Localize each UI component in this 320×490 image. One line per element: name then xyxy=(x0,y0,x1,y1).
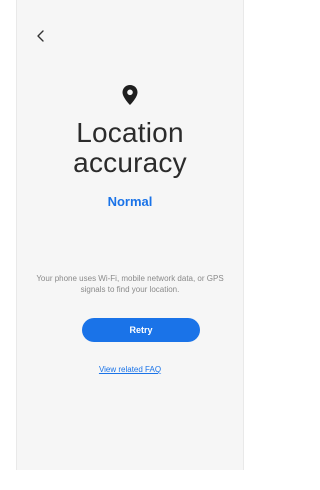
retry-button[interactable]: Retry xyxy=(82,318,200,342)
location-accuracy-screen: Location accuracy Normal Your phone uses… xyxy=(16,0,244,470)
description-text: Your phone uses Wi-Fi, mobile network da… xyxy=(36,274,224,294)
location-pin-icon xyxy=(122,85,138,105)
view-faq-link[interactable]: View related FAQ xyxy=(17,365,243,374)
accuracy-value: Normal xyxy=(107,194,153,209)
page-title: Location accuracy xyxy=(73,117,187,178)
back-button[interactable] xyxy=(31,26,51,46)
chevron-left-icon xyxy=(37,30,44,42)
